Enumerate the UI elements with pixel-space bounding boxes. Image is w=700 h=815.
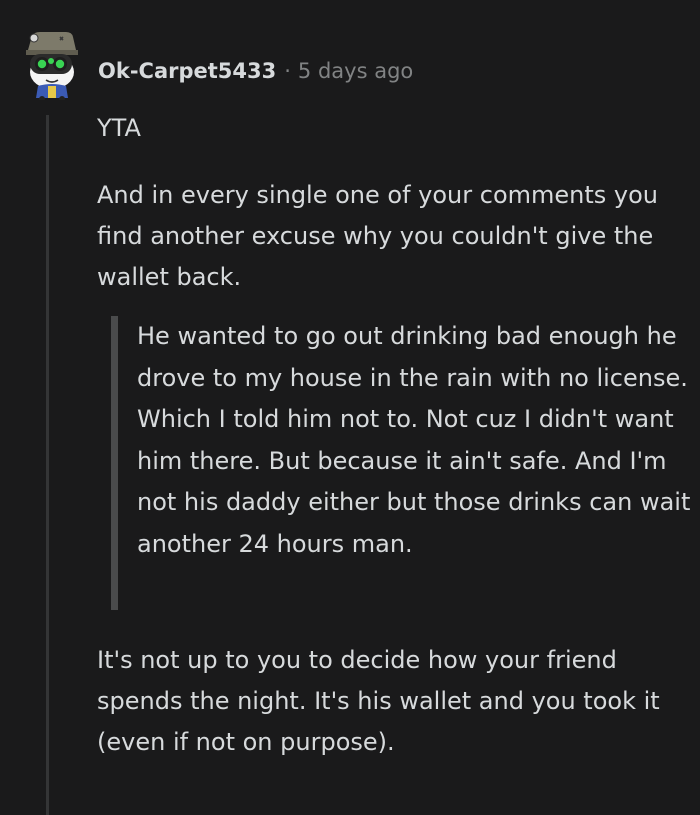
comment: Ok-Carpet5433 · 5 days ago YTA And in ev… [0,0,700,815]
comment-paragraph: It's not up to you to decide how your fr… [97,646,660,756]
blockquote-text: He wanted to go out drinking bad enough … [137,322,691,558]
blockquote-bar [111,316,118,610]
comment-timestamp[interactable]: 5 days ago [298,59,413,83]
comment-paragraph: And in every single one of your comments… [97,181,659,291]
username-link[interactable]: Ok-Carpet5433 [98,59,276,83]
user-avatar[interactable] [18,28,84,102]
comment-header: Ok-Carpet5433 · 5 days ago [98,55,413,87]
thread-collapse-line[interactable] [46,115,49,815]
comment-paragraph: YTA [97,114,141,142]
snoo-avatar-icon [26,32,78,102]
separator-dot: · [284,59,291,83]
blockquote: He wanted to go out drinking bad enough … [111,316,691,610]
